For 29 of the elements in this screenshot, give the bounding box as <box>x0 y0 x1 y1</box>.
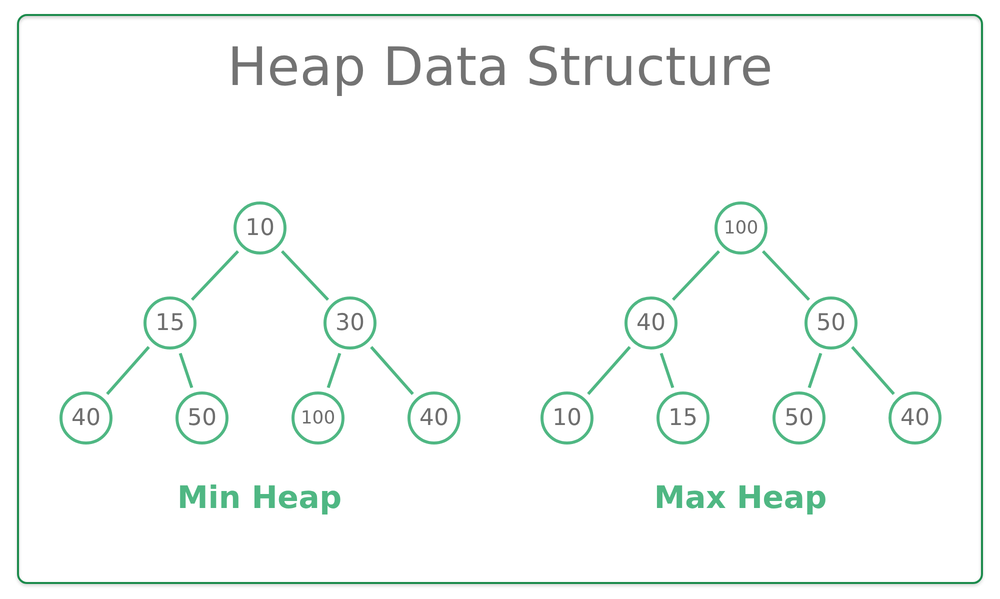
tree-edge <box>761 250 810 301</box>
tree-node: 10 <box>540 392 593 444</box>
tree-node: 40 <box>624 296 677 350</box>
tree-edge <box>807 352 822 388</box>
heap-label: Max Heap <box>654 479 827 518</box>
tree-node: 10 <box>233 202 286 254</box>
heap-label: Min Heap <box>177 479 342 518</box>
diagram-title: Heap Data Structure <box>227 36 773 100</box>
tree-node: 40 <box>59 392 112 444</box>
tree-node: 50 <box>772 392 825 444</box>
tree-node: 30 <box>323 296 376 350</box>
tree-edge <box>280 250 329 301</box>
tree-node: 15 <box>656 392 709 444</box>
tree-edge <box>326 352 341 388</box>
tree-edge <box>671 250 720 301</box>
tree-node: 15 <box>143 296 196 350</box>
tree-node: 100 <box>714 202 767 254</box>
tree-edge <box>586 346 630 396</box>
tree-node: 40 <box>407 392 460 444</box>
tree-node: 40 <box>888 392 941 444</box>
tree-node: 50 <box>175 392 228 444</box>
tree-edge <box>850 346 894 396</box>
tree-edge <box>106 346 150 396</box>
tree-edge <box>370 346 414 396</box>
tree-edge <box>178 352 193 388</box>
tree-node: 50 <box>804 296 857 350</box>
tree-edge <box>190 250 239 301</box>
tree-node: 100 <box>291 392 344 444</box>
tree-edge <box>659 352 674 388</box>
